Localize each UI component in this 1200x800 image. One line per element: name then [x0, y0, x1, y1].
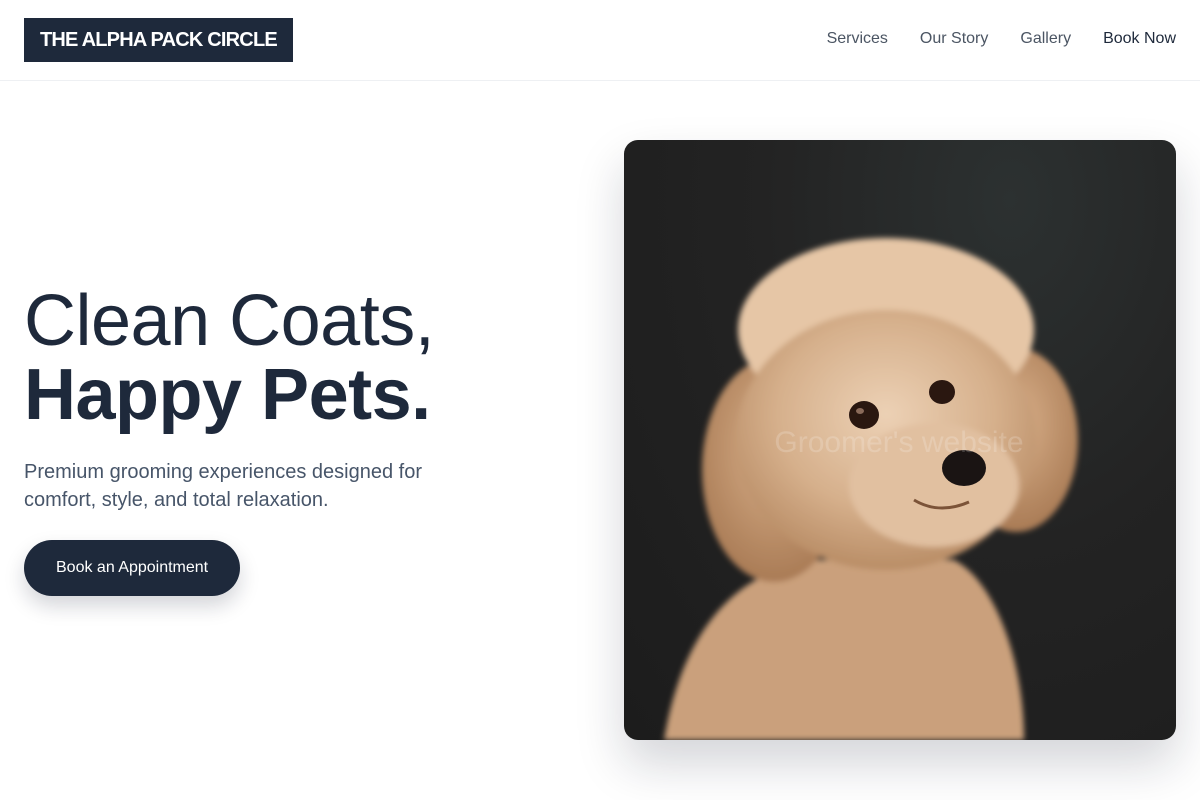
main-nav: Services Our Story Gallery Book Now	[827, 28, 1176, 50]
top-navigation-bar: THE ALPHA PACK CIRCLE Services Our Story…	[0, 0, 1200, 81]
nav-item-book-now[interactable]: Book Now	[1103, 28, 1176, 50]
poodle-photo: Groomer's website	[624, 140, 1176, 740]
hero-headline-line-1: Clean Coats,	[24, 281, 435, 361]
nav-item-gallery[interactable]: Gallery	[1020, 28, 1071, 50]
nav-item-services[interactable]: Services	[827, 28, 888, 50]
brand-logo[interactable]: THE ALPHA PACK CIRCLE	[24, 18, 293, 62]
hero-section: Clean Coats, Happy Pets. Premium groomin…	[24, 281, 484, 596]
nav-item-our-story[interactable]: Our Story	[920, 28, 988, 50]
poodle-illustration: Groomer's website	[664, 238, 1078, 740]
watermark-text: Groomer's website	[774, 426, 1023, 459]
hero-subtitle: Premium grooming experiences designed fo…	[24, 461, 422, 511]
hero-headline-line-2: Happy Pets.	[24, 355, 431, 435]
book-appointment-button[interactable]: Book an Appointment	[24, 540, 241, 596]
